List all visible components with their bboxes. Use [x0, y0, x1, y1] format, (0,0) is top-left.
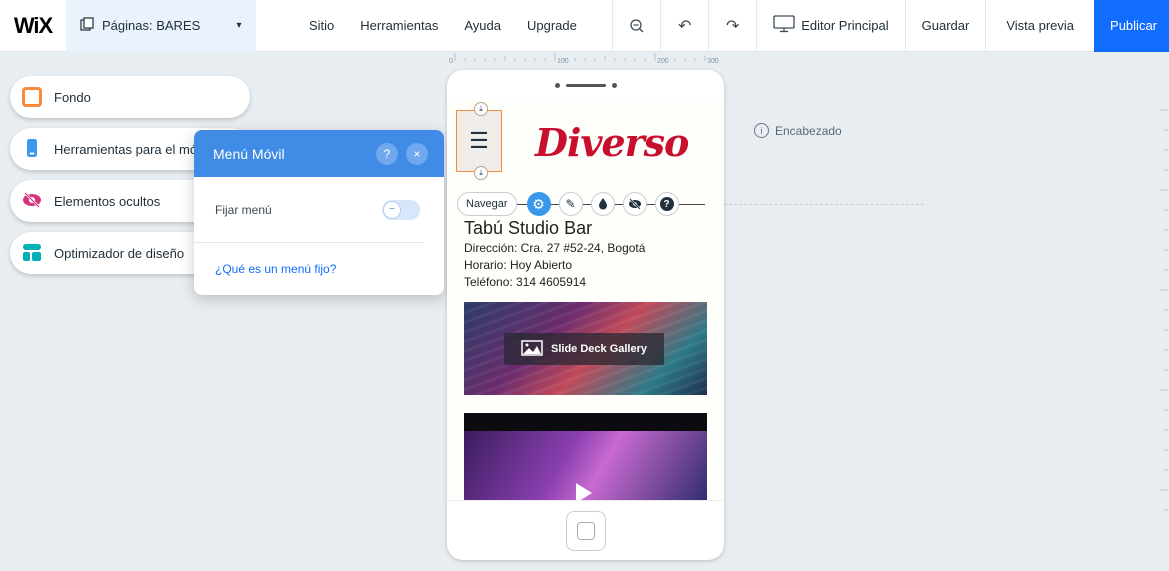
gallery-label: Slide Deck Gallery — [551, 343, 647, 355]
section-label-encabezado[interactable]: i Encabezado — [754, 123, 842, 138]
bar-phone: Teléfono: 314 4605914 — [464, 275, 587, 289]
mobile-screen: ☰ ⤓ ⤓ Diverso Tabú Studio Bar Dirección:… — [447, 100, 724, 500]
mobile-phone-frame: ☰ ⤓ ⤓ Diverso Tabú Studio Bar Dirección:… — [447, 70, 724, 560]
fix-menu-toggle[interactable]: − — [382, 199, 420, 220]
slide-deck-gallery[interactable]: Slide Deck Gallery — [464, 302, 707, 395]
fix-menu-label: Fijar menú — [215, 202, 272, 217]
left-item-label: Elementos ocultos — [54, 193, 161, 209]
background-icon — [22, 87, 42, 107]
bar-hours: Horario: Hoy Abierto — [464, 258, 573, 272]
video-player[interactable] — [464, 413, 707, 500]
element-toolbar: Navegar ⚙ ✎ ? — [457, 191, 705, 217]
editor-principal-button[interactable]: Editor Principal — [756, 0, 904, 52]
menu-ayuda[interactable]: Ayuda — [451, 0, 514, 52]
ruler-tick-0: 0 — [449, 58, 453, 65]
help-icon[interactable]: ? — [376, 142, 398, 165]
navigate-button[interactable]: Navegar — [457, 192, 517, 216]
wix-logo[interactable]: WiX — [0, 13, 66, 39]
phone-bottom-bar — [447, 500, 724, 560]
popup-header: Menú Móvil ? × — [194, 130, 444, 177]
popup-title: Menú Móvil — [213, 145, 285, 162]
header-section-line — [724, 204, 924, 205]
site-logo[interactable]: Diverso — [535, 120, 689, 165]
info-icon: i — [754, 123, 769, 138]
save-button[interactable]: Guardar — [904, 0, 986, 52]
image-icon — [521, 339, 543, 359]
close-icon[interactable]: × — [406, 142, 428, 165]
ruler-tick-300: 300 — [707, 58, 719, 65]
phone-icon — [22, 138, 42, 161]
design-brush-icon[interactable]: ✎ — [558, 192, 583, 216]
resize-handle-bottom[interactable]: ⤓ — [474, 166, 488, 180]
redo-icon[interactable]: ↷ — [708, 0, 756, 52]
home-button-icon — [565, 510, 606, 551]
desktop-icon — [773, 15, 795, 36]
menu-sitio[interactable]: Sitio — [296, 0, 347, 52]
ruler-tick-100: 100 — [557, 58, 569, 65]
mobile-menu-popup: Menú Móvil ? × Fijar menú − ¿Qué es un m… — [194, 130, 444, 295]
toggle-knob: − — [383, 200, 401, 219]
undo-icon[interactable]: ↶ — [660, 0, 708, 52]
right-ruler — [1150, 100, 1169, 520]
color-drop-icon[interactable] — [590, 192, 615, 216]
editor-principal-label: Editor Principal — [801, 18, 889, 33]
section-label-text: Encabezado — [775, 123, 842, 138]
help-circle-icon[interactable]: ? — [654, 192, 679, 216]
phone-top-bar — [447, 70, 724, 100]
left-item-fondo[interactable]: Fondo — [10, 76, 250, 118]
ruler-tick-200: 200 — [657, 58, 669, 65]
top-bar: WiX Páginas: BARES ▾ Sitio Herramientas … — [0, 0, 1169, 52]
top-ruler: 0 100 200 300 — [447, 53, 724, 67]
pages-dropdown[interactable]: Páginas: BARES ▾ — [66, 0, 256, 52]
settings-gear-icon[interactable]: ⚙ — [526, 192, 551, 216]
left-item-label: Fondo — [54, 89, 91, 105]
zoom-icon[interactable] — [612, 0, 660, 52]
publish-button[interactable]: Publicar — [1094, 0, 1169, 52]
fixed-menu-help-link[interactable]: ¿Qué es un menú fijo? — [194, 243, 444, 295]
hamburger-icon: ☰ — [469, 128, 489, 153]
hide-eye-icon[interactable] — [622, 192, 647, 216]
hamburger-menu-selected[interactable]: ☰ — [456, 110, 502, 172]
resize-handle-top[interactable]: ⤓ — [474, 102, 488, 116]
layout-optimizer-icon — [22, 242, 42, 265]
pages-icon — [80, 17, 94, 34]
pages-dropdown-label: Páginas: BARES — [102, 18, 201, 33]
gallery-label-chip: Slide Deck Gallery — [504, 333, 664, 365]
left-item-label: Herramientas para el móvil — [54, 141, 210, 157]
mobile-header: ☰ ⤓ ⤓ Diverso — [447, 100, 724, 202]
left-item-label: Optimizador de diseño — [54, 245, 185, 261]
play-icon[interactable] — [576, 483, 592, 500]
menu-upgrade[interactable]: Upgrade — [514, 0, 590, 52]
preview-button[interactable]: Vista previa — [985, 0, 1094, 52]
menu-herramientas[interactable]: Herramientas — [347, 0, 451, 52]
hidden-eye-icon — [22, 190, 42, 213]
chevron-down-icon: ▾ — [236, 20, 242, 31]
bar-address: Dirección: Cra. 27 #52-24, Bogotá — [464, 241, 646, 255]
fix-menu-row: Fijar menú − — [194, 177, 424, 243]
bar-name: Tabú Studio Bar — [464, 218, 593, 238]
